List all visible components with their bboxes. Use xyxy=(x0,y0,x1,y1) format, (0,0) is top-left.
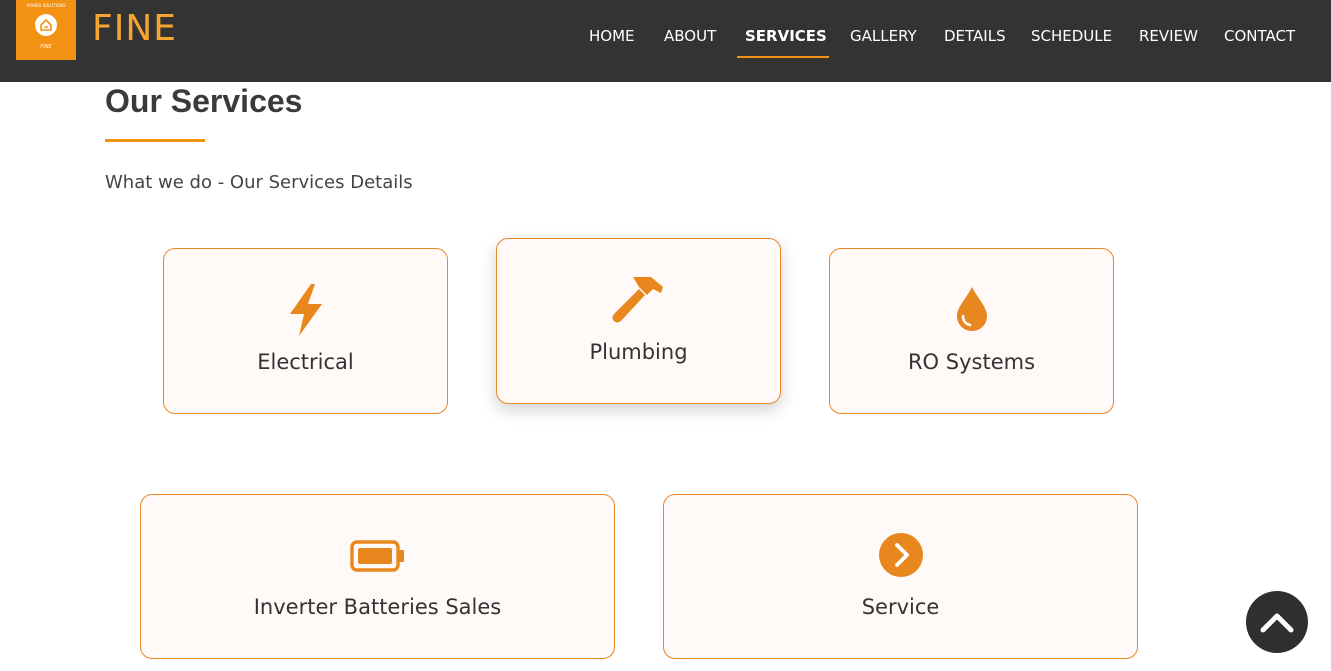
lightning-bolt-icon xyxy=(289,284,322,336)
section-title: Our Services xyxy=(105,83,303,119)
service-card-label: Electrical xyxy=(257,350,354,374)
chevron-right-circle-icon xyxy=(878,533,923,577)
logo[interactable]: POWER SOLUTIONS FINE xyxy=(16,0,76,60)
service-card-inverter-batteries[interactable]: Inverter Batteries Sales xyxy=(140,494,615,659)
nav-review[interactable]: REVIEW xyxy=(1139,24,1198,48)
section-title-underline xyxy=(105,139,205,142)
nav-contact[interactable]: CONTACT xyxy=(1224,24,1295,48)
service-card-label: Plumbing xyxy=(589,340,688,364)
service-card-service[interactable]: Service xyxy=(663,494,1138,659)
section-subtitle: What we do - Our Services Details xyxy=(105,172,413,193)
nav-active-indicator xyxy=(737,56,829,58)
service-card-label: RO Systems xyxy=(907,350,1036,374)
chevron-up-icon xyxy=(1260,613,1294,633)
nav-services[interactable]: SERVICES xyxy=(745,24,827,48)
logo-tagline: POWER SOLUTIONS xyxy=(26,3,66,8)
service-card-label: Service xyxy=(861,595,940,619)
service-card-ro-systems[interactable]: RO Systems xyxy=(829,248,1114,414)
nav-details[interactable]: DETAILS xyxy=(944,24,1006,48)
hammer-icon xyxy=(612,277,663,323)
battery-icon xyxy=(349,540,404,572)
service-card-label: Inverter Batteries Sales xyxy=(253,595,502,619)
water-drop-icon xyxy=(956,287,987,331)
scroll-to-top-button[interactable] xyxy=(1246,591,1308,653)
brand-name[interactable]: FINE xyxy=(92,8,177,49)
service-card-electrical[interactable]: Electrical xyxy=(163,248,448,414)
nav-schedule[interactable]: SCHEDULE xyxy=(1031,24,1112,48)
logo-emblem xyxy=(35,14,57,36)
logo-wordmark: FINE xyxy=(40,44,52,50)
nav-gallery[interactable]: GALLERY xyxy=(850,24,917,48)
nav-about[interactable]: ABOUT xyxy=(664,24,716,48)
house-plug-icon xyxy=(40,18,52,31)
nav-home[interactable]: HOME xyxy=(589,24,635,48)
service-card-plumbing[interactable]: Plumbing xyxy=(496,238,781,404)
navbar: POWER SOLUTIONS FINE FINE HOME ABOUT SER… xyxy=(0,0,1331,82)
